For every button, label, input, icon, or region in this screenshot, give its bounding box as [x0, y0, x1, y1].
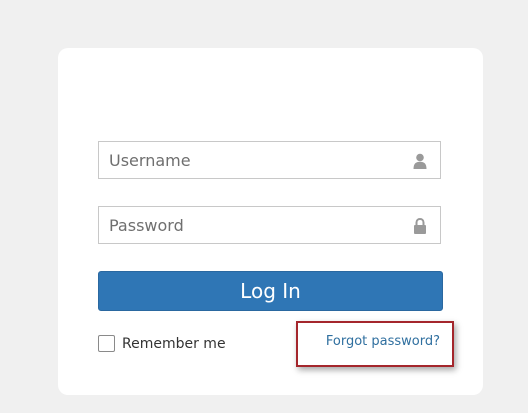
- remember-me[interactable]: Remember me: [98, 333, 226, 354]
- password-input[interactable]: [99, 207, 440, 243]
- login-button[interactable]: Log In: [98, 271, 443, 311]
- password-field-container: [98, 206, 441, 244]
- user-icon: [413, 153, 427, 169]
- username-field-container: [98, 141, 441, 179]
- username-input[interactable]: [99, 142, 440, 178]
- lock-icon: [413, 217, 427, 234]
- remember-me-label[interactable]: Remember me: [122, 336, 226, 352]
- remember-me-checkbox[interactable]: [98, 335, 115, 352]
- forgot-password-highlight: Forgot password?: [296, 321, 454, 367]
- forgot-password-link[interactable]: Forgot password?: [326, 334, 440, 349]
- login-card: Log In Remember me Forgot password?: [58, 48, 483, 395]
